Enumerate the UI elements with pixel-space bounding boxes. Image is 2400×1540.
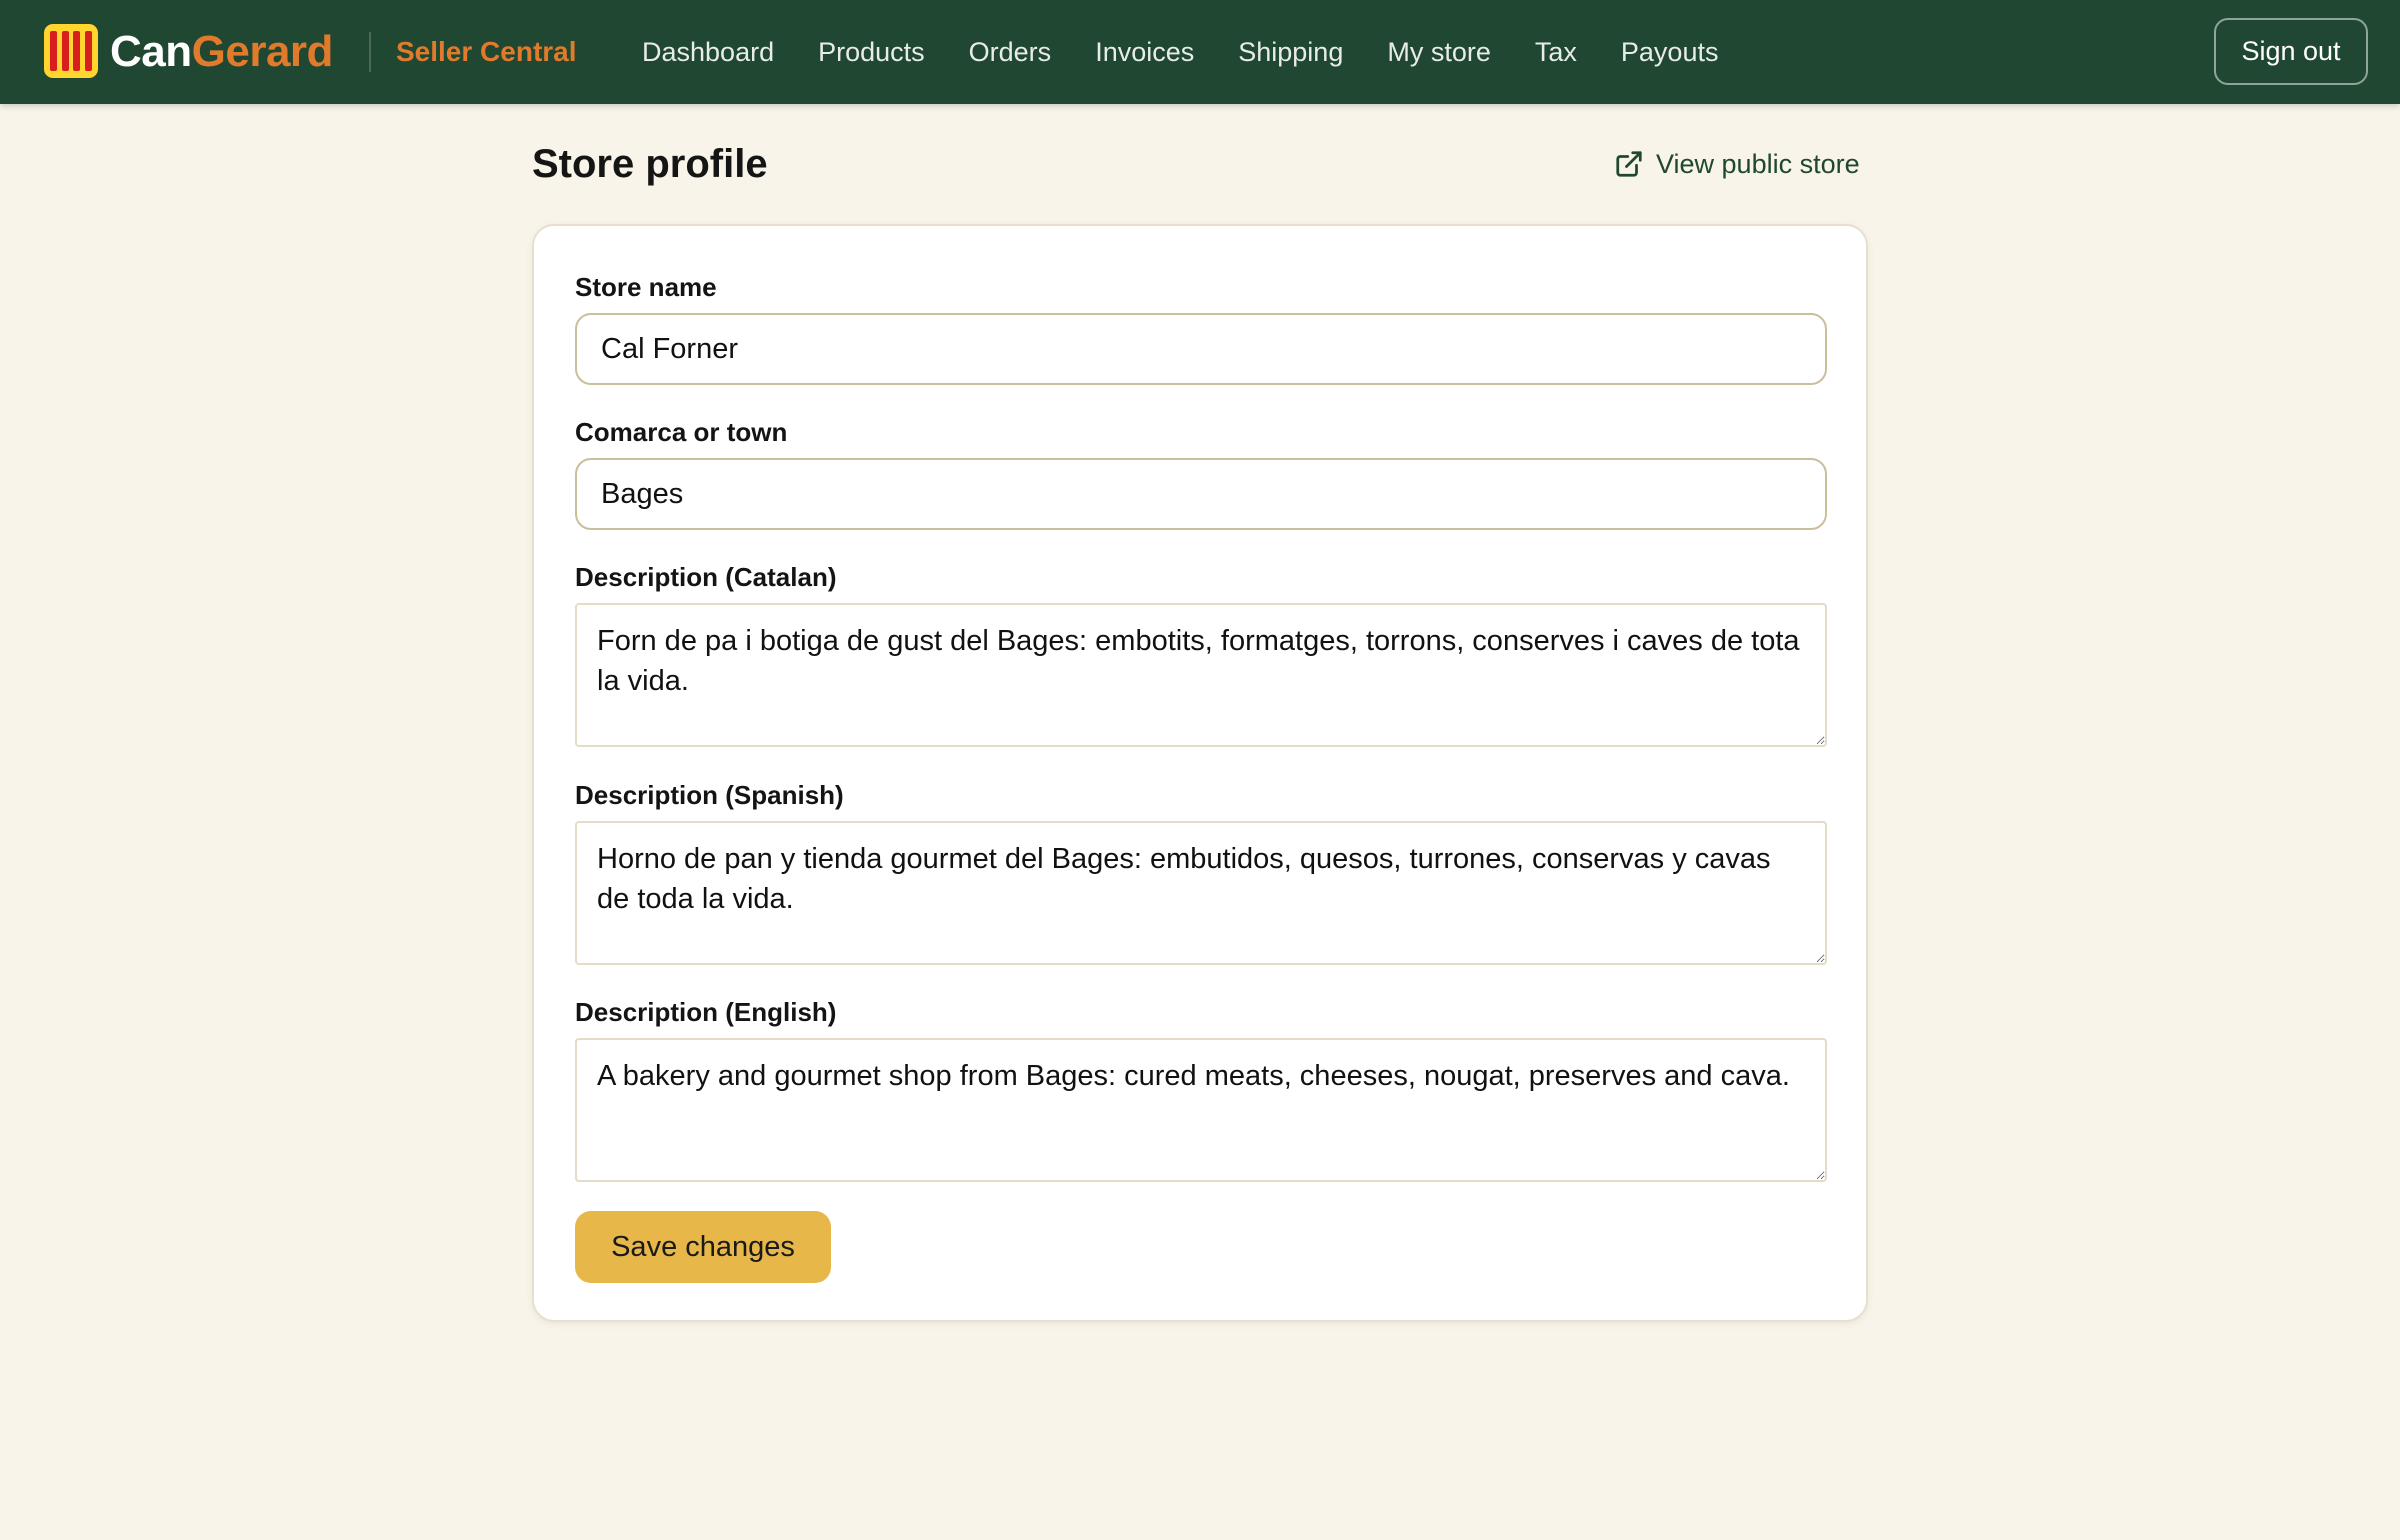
brand-name-part1: Can — [110, 27, 192, 76]
brand-name-part2: Gerard — [191, 27, 334, 76]
description-spanish-textarea[interactable]: Horno de pan y tienda gourmet del Bages:… — [575, 821, 1827, 965]
nav-item-my-store[interactable]: My store — [1387, 30, 1491, 74]
nav-item-invoices[interactable]: Invoices — [1095, 30, 1194, 74]
external-link-icon — [1616, 151, 1642, 177]
description-english-label: Description (English) — [575, 997, 837, 1027]
description-english-textarea[interactable]: A bakery and gourmet shop from Bages: cu… — [575, 1038, 1827, 1182]
description-spanish-label: Description (Spanish) — [575, 780, 844, 810]
description-catalan-label: Description (Catalan) — [575, 562, 837, 592]
brand-divider — [369, 32, 371, 72]
main-nav: Dashboard Products Orders Invoices Shipp… — [642, 30, 1762, 74]
logo-icon[interactable] — [44, 24, 98, 78]
store-name-input[interactable] — [575, 313, 1827, 385]
logo-stripe — [84, 31, 92, 71]
page-title: Store profile — [532, 142, 768, 186]
view-public-store-link[interactable]: View public store — [1614, 144, 1860, 184]
top-navigation-bar: CanGerard Seller Central Dashboard Produ… — [0, 0, 2400, 104]
comarca-label: Comarca or town — [575, 417, 788, 447]
nav-item-dashboard[interactable]: Dashboard — [642, 30, 774, 74]
brand-name[interactable]: CanGerard — [110, 22, 333, 82]
comarca-input[interactable] — [575, 458, 1827, 530]
view-public-store-label: View public store — [1656, 148, 1860, 179]
store-name-label: Store name — [575, 272, 717, 302]
logo-stripe — [50, 31, 57, 71]
store-profile-card: Store name Comarca or town Description (… — [532, 224, 1868, 1322]
logo-stripe — [61, 31, 69, 71]
save-changes-button[interactable]: Save changes — [575, 1211, 831, 1283]
nav-item-shipping[interactable]: Shipping — [1238, 30, 1343, 74]
brand-subtitle: Seller Central — [396, 36, 577, 67]
sign-out-button[interactable]: Sign out — [2214, 18, 2368, 85]
nav-item-products[interactable]: Products — [818, 30, 925, 74]
nav-item-orders[interactable]: Orders — [969, 30, 1052, 74]
logo-stripe — [73, 31, 81, 71]
nav-item-tax[interactable]: Tax — [1535, 30, 1577, 74]
description-catalan-textarea[interactable]: Forn de pa i botiga de gust del Bages: e… — [575, 603, 1827, 747]
nav-item-payouts[interactable]: Payouts — [1621, 30, 1719, 74]
